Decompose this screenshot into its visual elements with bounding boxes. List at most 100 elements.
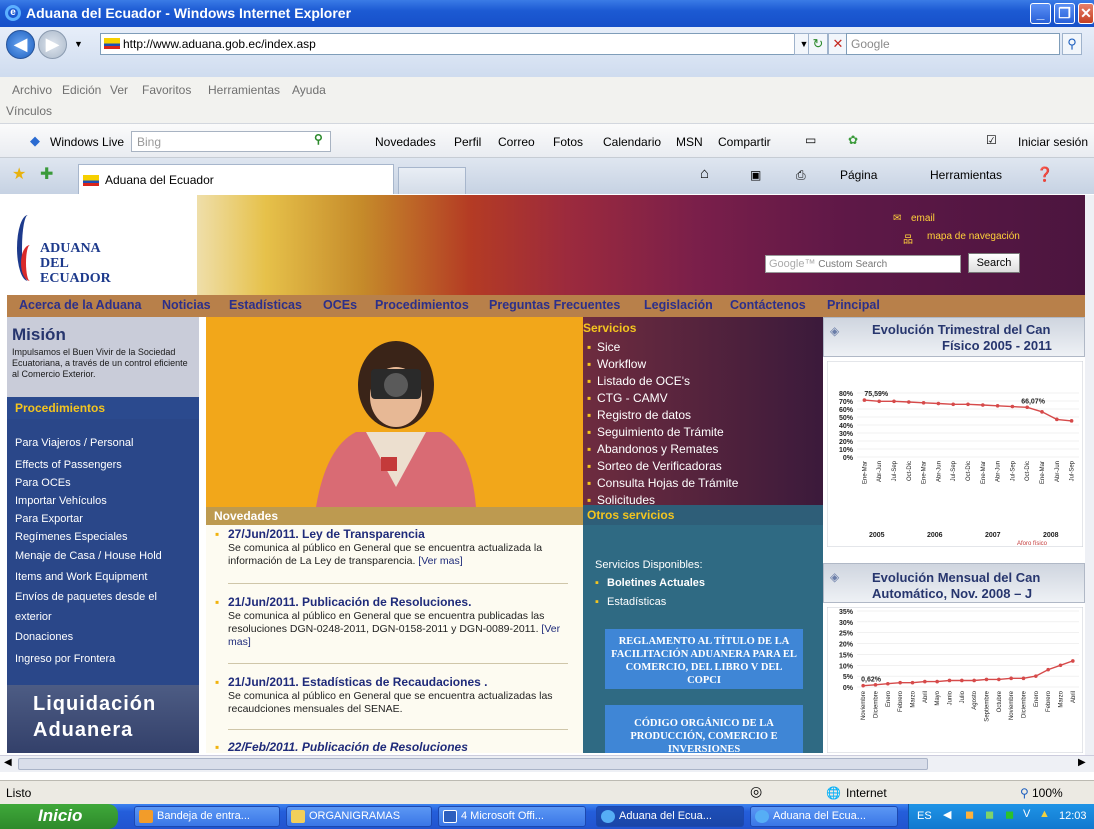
tray-app-icon[interactable]: ◼ (965, 808, 974, 821)
proc-envios[interactable]: Envíos de paquetes desde el (15, 591, 157, 603)
proc-items[interactable]: Items and Work Equipment (15, 571, 147, 583)
proc-regimenes[interactable]: Regímenes Especiales (15, 531, 128, 543)
tray-v-icon[interactable]: V (1023, 808, 1030, 820)
task-ie-2[interactable]: Aduana del Ecua... (750, 806, 898, 827)
sitemap-link[interactable]: mapa de navegación (927, 231, 1020, 242)
serv-workflow[interactable]: Workflow (597, 357, 646, 371)
menu-archivo[interactable]: Archivo (12, 83, 52, 97)
liquidacion-banner[interactable]: Liquidación Aduanera (7, 685, 199, 753)
print-icon[interactable]: ⎙ (796, 168, 806, 183)
nav-legislacion[interactable]: Legislación (644, 298, 713, 312)
news-title[interactable]: 27/Jun/2011. Ley de Transparencia (228, 527, 425, 541)
photos-icon[interactable]: ✿ (848, 133, 858, 147)
nav-acerca[interactable]: Acerca de la Aduana (19, 298, 142, 312)
signin-link[interactable]: Iniciar sesión (1018, 135, 1088, 149)
serv-registro[interactable]: Registro de datos (597, 408, 691, 422)
back-button[interactable]: ◀ (6, 30, 35, 59)
menu-edicion[interactable]: Edición (62, 83, 101, 97)
horizontal-scrollbar[interactable]: ◀ ▶ (0, 755, 1094, 772)
task-ie-1[interactable]: Aduana del Ecua... (596, 806, 744, 827)
menu-herramientas[interactable]: Herramientas (208, 83, 280, 97)
chart1-header[interactable]: ◈ Evolución Trimestral del Can Físico 20… (823, 317, 1085, 357)
refresh-icon[interactable]: ↻ (808, 33, 828, 55)
favorites-star-icon[interactable]: ★ (12, 164, 26, 184)
tray-network-icon[interactable]: ◼ (985, 808, 994, 821)
tray-warning-icon[interactable]: ▲ (1039, 808, 1050, 820)
menu-favoritos[interactable]: Favoritos (142, 83, 191, 97)
add-favorite-icon[interactable]: ✚ (40, 164, 53, 184)
page-menu[interactable]: Página (840, 168, 877, 182)
forward-button[interactable]: ▶ (38, 30, 67, 59)
custom-search-input[interactable]: Google™ Custom Search (765, 255, 961, 273)
feeds-icon[interactable]: ▣ (750, 168, 761, 182)
tray-expand-icon[interactable]: ◀ (943, 808, 951, 821)
reglamento-banner[interactable]: REGLAMENTO AL TÍTULO DE LA FACILITACIÓN … (605, 629, 803, 689)
email-link[interactable]: email (911, 213, 935, 224)
serv-sice[interactable]: Sice (597, 340, 620, 354)
proc-exportar[interactable]: Para Exportar (15, 513, 83, 525)
menu-ayuda[interactable]: Ayuda (292, 83, 326, 97)
live-novedades[interactable]: Novedades (375, 135, 436, 149)
aduana-logo[interactable]: ADUANA DEL ECUADOR (7, 195, 197, 295)
proc-effects[interactable]: Effects of Passengers (15, 459, 122, 471)
close-button[interactable]: ✕ (1078, 3, 1094, 24)
serv-seguimiento[interactable]: Seguimiento de Trámite (597, 425, 724, 439)
codigo-organico-banner[interactable]: CÓDIGO ORGÁNICO DE LA PRODUCCIÓN, COMERC… (605, 705, 803, 753)
serv-listado[interactable]: Listado de OCE's (597, 374, 690, 388)
bing-search-input[interactable]: Bing (131, 131, 331, 152)
history-dropdown-icon[interactable]: ▼ (74, 39, 83, 49)
checkbox-icon[interactable]: ☑ (986, 133, 997, 147)
new-tab-button[interactable] (398, 167, 466, 194)
vertical-scrollbar[interactable] (1085, 195, 1094, 755)
otros-boletines[interactable]: Boletines Actuales (607, 577, 705, 589)
serv-abandonos[interactable]: Abandonos y Remates (597, 442, 718, 456)
windows-live-brand[interactable]: Windows Live (50, 135, 124, 149)
nav-preguntas[interactable]: Preguntas Frecuentes (489, 298, 620, 312)
scroll-thumb[interactable] (18, 758, 928, 770)
tray-security-icon[interactable]: ◼ (1005, 808, 1014, 821)
stop-icon[interactable]: ✕ (828, 33, 848, 55)
scroll-right-icon[interactable]: ▶ (1078, 757, 1086, 768)
proc-viajeros[interactable]: Para Viajeros / Personal (15, 437, 133, 449)
home-icon[interactable]: ⌂ (700, 165, 709, 182)
search-input[interactable]: Google (846, 33, 1060, 55)
scroll-left-icon[interactable]: ◀ (4, 757, 12, 768)
ver-mas-link[interactable]: [Ver mas] (418, 555, 462, 567)
chart2-header[interactable]: ◈ Evolución Mensual del Can Automático, … (823, 563, 1085, 603)
proc-exterior[interactable]: exterior (15, 611, 52, 623)
live-perfil[interactable]: Perfil (454, 135, 481, 149)
help-icon[interactable]: ❓ (1036, 166, 1053, 183)
nav-procedimientos[interactable]: Procedimientos (375, 298, 469, 312)
proc-vehiculos[interactable]: Importar Vehículos (15, 495, 107, 507)
live-correo[interactable]: Correo (498, 135, 535, 149)
task-office[interactable]: 4 Microsoft Offi... (438, 806, 586, 827)
zoom-level[interactable]: 100% (1032, 786, 1063, 800)
proc-oces[interactable]: Para OCEs (15, 477, 71, 489)
news-title[interactable]: 22/Feb/2011. Publicación de Resoluciones (228, 740, 468, 753)
serv-consulta[interactable]: Consulta Hojas de Trámite (597, 476, 738, 490)
window-titlebar[interactable]: e Aduana del Ecuador - Windows Internet … (0, 0, 1094, 27)
address-input[interactable]: http://www.aduana.gob.ec/index.asp (100, 33, 830, 55)
task-folder[interactable]: ORGANIGRAMAS (286, 806, 432, 827)
proc-frontera[interactable]: Ingreso por Frontera (15, 653, 115, 665)
tab-aduana[interactable]: Aduana del Ecuador (78, 164, 394, 194)
menu-ver[interactable]: Ver (110, 83, 128, 97)
custom-search-button[interactable]: Search (968, 253, 1020, 273)
nav-oces[interactable]: OCEs (323, 298, 357, 312)
links-bar[interactable]: Vínculos (6, 104, 52, 118)
search-icon[interactable]: ⚲ (1062, 33, 1082, 55)
live-compartir[interactable]: Compartir (718, 135, 771, 149)
bing-search-icon[interactable]: ⚲ (314, 132, 323, 146)
mail-icon[interactable]: ▭ (805, 133, 816, 147)
minimize-button[interactable]: _ (1030, 3, 1051, 24)
tools-menu[interactable]: Herramientas (930, 168, 1002, 182)
start-button[interactable]: Inicio (0, 804, 118, 829)
live-calendario[interactable]: Calendario (603, 135, 661, 149)
maximize-button[interactable]: ❐ (1054, 3, 1075, 24)
serv-sorteo[interactable]: Sorteo de Verificadoras (597, 459, 722, 473)
otros-estadisticas[interactable]: Estadísticas (607, 596, 666, 608)
news-title[interactable]: 21/Jun/2011. Publicación de Resoluciones… (228, 595, 471, 609)
news-title[interactable]: 21/Jun/2011. Estadísticas de Recaudacion… (228, 675, 487, 689)
task-outlook[interactable]: Bandeja de entra... (134, 806, 280, 827)
nav-estadisticas[interactable]: Estadísticas (229, 298, 302, 312)
